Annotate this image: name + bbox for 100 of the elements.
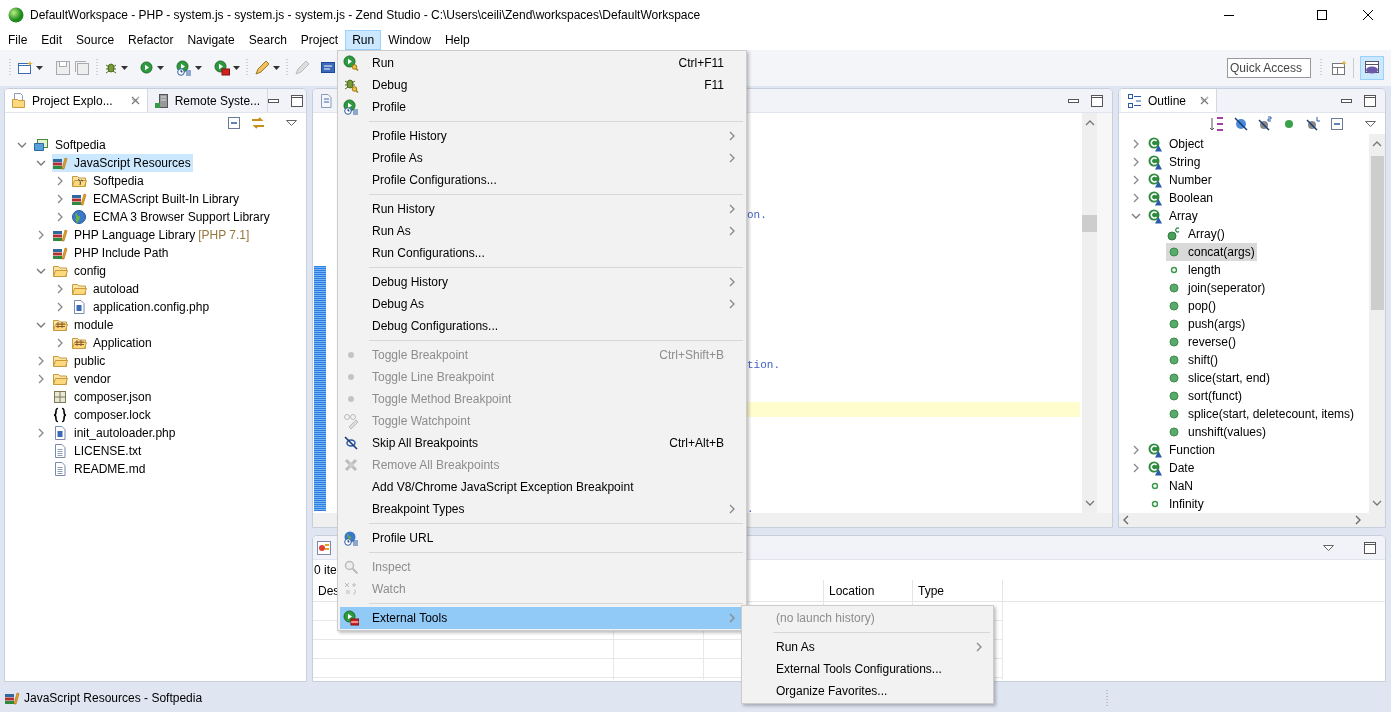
view-menu-icon[interactable]: [1365, 120, 1376, 127]
grip-handle[interactable]: [286, 59, 288, 77]
tree-item[interactable]: JavaScript Resources: [52, 154, 193, 172]
maximize-icon[interactable]: [1364, 94, 1376, 107]
menu[interactable]: Edit: [34, 30, 70, 50]
minimize-icon[interactable]: [1068, 98, 1079, 103]
tree-item[interactable]: unshift(values): [1166, 423, 1269, 441]
tree-item[interactable]: push(args): [1166, 315, 1248, 333]
menu[interactable]: Source: [69, 30, 122, 50]
menu-item[interactable]: Debug History: [340, 271, 744, 293]
chevron-right-icon[interactable]: [1132, 157, 1140, 167]
save-icon[interactable]: [55, 60, 71, 76]
menu-item[interactable]: External Tools Configurations...: [744, 658, 991, 680]
new-window-icon[interactable]: [17, 60, 33, 76]
menu-item[interactable]: Profile Configurations...: [340, 169, 744, 191]
dropdown-caret-icon[interactable]: [233, 66, 240, 70]
scroll-up-icon[interactable]: [1084, 119, 1095, 127]
tree-item[interactable]: ECMA 3 Browser Support Library: [71, 208, 272, 226]
menu-item[interactable]: Debug As: [340, 293, 744, 315]
tree-item[interactable]: public: [52, 352, 108, 370]
tree-item[interactable]: splice(start, deletecount, items): [1166, 405, 1357, 423]
menu-item[interactable]: Debug Configurations...: [340, 315, 744, 337]
chevron-right-icon[interactable]: [56, 338, 64, 348]
dropdown-caret-icon[interactable]: [157, 66, 164, 70]
chevron-right-icon[interactable]: [1132, 445, 1140, 455]
tree-item[interactable]: length: [1166, 261, 1223, 279]
scrollbar-thumb[interactable]: [1370, 156, 1384, 310]
menu-item[interactable]: Add V8/Chrome JavaScript Exception Breakpoint: [340, 476, 744, 498]
scroll-left-icon[interactable]: [1123, 515, 1129, 525]
tree-item[interactable]: composer.lock: [52, 406, 153, 424]
maximize-icon[interactable]: [1091, 94, 1103, 107]
chevron-down-icon[interactable]: [36, 159, 46, 167]
scroll-up-icon[interactable]: [1372, 140, 1382, 148]
scroll-right-icon[interactable]: [1355, 515, 1361, 525]
quick-access-field[interactable]: Quick Access: [1227, 58, 1311, 78]
chevron-right-icon[interactable]: [37, 356, 45, 366]
menu-item[interactable]: Run As: [744, 636, 991, 658]
vertical-scrollbar[interactable]: [1082, 113, 1097, 513]
chevron-right-icon[interactable]: [1132, 175, 1140, 185]
chevron-right-icon[interactable]: [37, 374, 45, 384]
menu-item[interactable]: External Tools: [340, 607, 744, 629]
tree-item[interactable]: Softpedia: [33, 136, 108, 154]
tree-item[interactable]: concat(args): [1166, 243, 1257, 261]
tree-item[interactable]: Array: [1147, 207, 1200, 225]
link-editor-icon[interactable]: [250, 115, 266, 131]
file-tab-icon[interactable]: [318, 92, 334, 109]
chevron-down-icon[interactable]: [1131, 212, 1141, 220]
menu-item[interactable]: Profile: [340, 96, 744, 118]
menu-item[interactable]: Profile As: [340, 147, 744, 169]
hide-fields-icon[interactable]: [1233, 115, 1249, 132]
menu[interactable]: Window: [381, 30, 438, 50]
chevron-down-icon[interactable]: [17, 141, 27, 149]
tab[interactable]: Project Explo...: [5, 89, 148, 112]
tree-item[interactable]: slice(start, end): [1166, 369, 1273, 387]
menu-item[interactable]: Run History: [340, 198, 744, 220]
vertical-scrollbar[interactable]: [1369, 134, 1385, 513]
chevron-down-icon[interactable]: [36, 267, 46, 275]
close-icon[interactable]: [130, 96, 140, 105]
menu[interactable]: Search: [241, 30, 294, 50]
menu[interactable]: Run: [345, 30, 382, 50]
tree-item[interactable]: application.config.php: [71, 298, 212, 316]
chevron-right-icon[interactable]: [37, 428, 45, 438]
chevron-right-icon[interactable]: [56, 284, 64, 294]
column-header[interactable]: Type: [913, 580, 1003, 601]
run-icon[interactable]: [140, 61, 154, 75]
grip-handle[interactable]: [9, 59, 11, 77]
tree-item[interactable]: PHP Language Library [PHP 7.1]: [52, 226, 252, 244]
tree-item[interactable]: autoload: [71, 280, 142, 298]
grip-handle[interactable]: [246, 59, 248, 77]
tree-item[interactable]: init_autoloader.php: [52, 424, 178, 442]
open-perspective-icon[interactable]: [1331, 60, 1347, 76]
chevron-right-icon[interactable]: [1132, 193, 1140, 203]
tree-item[interactable]: LICENSE.txt: [52, 442, 144, 460]
tree-item[interactable]: Number: [1147, 171, 1214, 189]
toolbox-icon[interactable]: [214, 60, 230, 76]
chevron-down-icon[interactable]: [36, 321, 46, 329]
menu[interactable]: Help: [437, 30, 477, 50]
chevron-right-icon[interactable]: [37, 230, 45, 240]
column-header[interactable]: Location: [824, 580, 913, 601]
menu-item[interactable]: Organize Favorites...: [744, 680, 991, 702]
menu-item[interactable]: Profile History: [340, 125, 744, 147]
tree-item[interactable]: PHP Include Path: [52, 244, 171, 262]
close-icon[interactable]: [1200, 96, 1210, 105]
menu[interactable]: File: [1, 30, 35, 50]
tab[interactable]: Outline: [1121, 89, 1218, 112]
tree-item[interactable]: module: [52, 316, 116, 334]
console-icon[interactable]: [320, 60, 336, 76]
tree-item[interactable]: String: [1147, 153, 1203, 171]
menu-item[interactable]: Debug F11: [340, 74, 744, 96]
tree-item[interactable]: Object: [1147, 135, 1206, 153]
grip-handle[interactable]: [1106, 690, 1108, 706]
menu-item[interactable]: Skip All Breakpoints Ctrl+Alt+B: [340, 432, 744, 454]
tree-item[interactable]: Infinity: [1147, 495, 1206, 513]
pen-icon[interactable]: [254, 60, 270, 76]
chevron-right-icon[interactable]: [56, 194, 64, 204]
chevron-right-icon[interactable]: [56, 212, 64, 222]
scroll-down-icon[interactable]: [1372, 499, 1382, 507]
dropdown-caret-icon[interactable]: [195, 66, 202, 70]
menu-item[interactable]: Run Ctrl+F11: [340, 52, 744, 74]
menu-item[interactable]: Profile URL: [340, 527, 744, 549]
